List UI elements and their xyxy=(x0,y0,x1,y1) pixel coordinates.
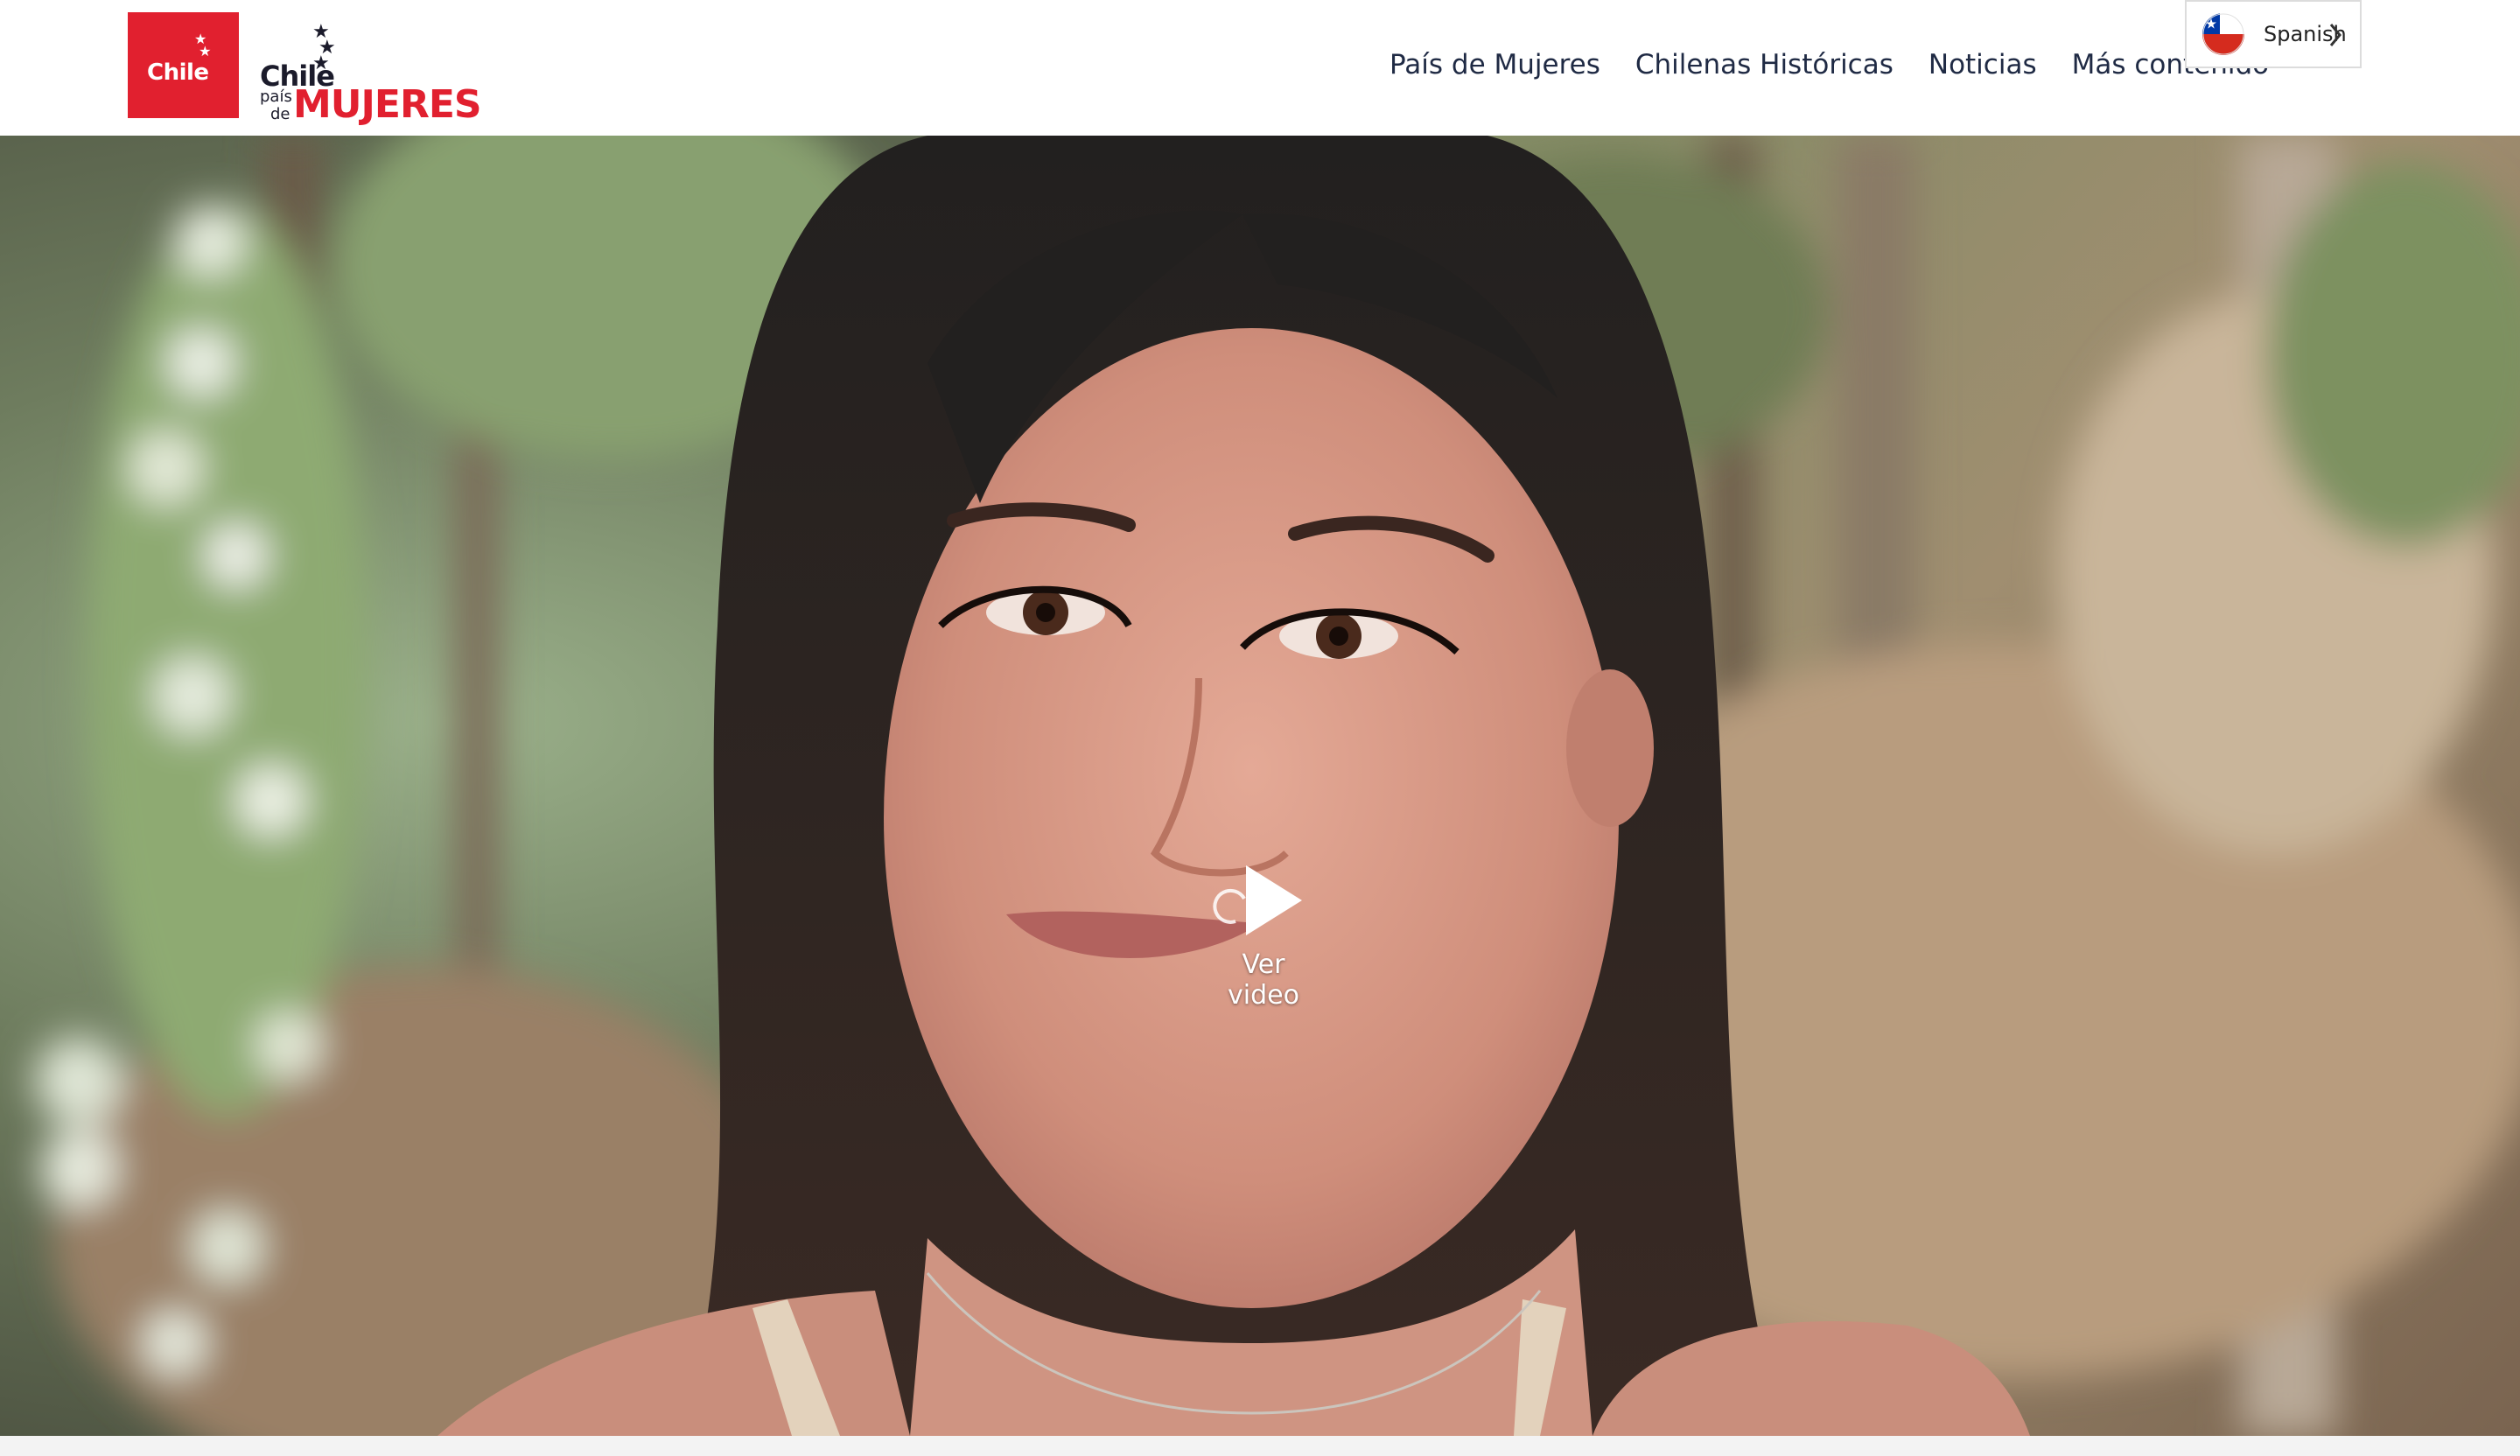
marca-chile-logo[interactable]: ★ ★ Chile xyxy=(128,12,239,118)
nav-chilenas-historicas[interactable]: Chilenas Históricas xyxy=(1635,49,1894,88)
play-video-button[interactable]: Ver video xyxy=(1202,855,1325,1012)
main-nav: País de Mujeres Chilenas Históricas Noti… xyxy=(1390,49,2269,88)
nav-noticias[interactable]: Noticias xyxy=(1928,49,2037,88)
play-icon xyxy=(1213,865,1302,935)
hero-video-frame xyxy=(0,136,2520,1436)
play-video-label: Ver video xyxy=(1228,949,1299,1011)
nav-pais-de-mujeres[interactable]: País de Mujeres xyxy=(1390,49,1600,88)
stars-icon: ★ ★ xyxy=(194,31,212,60)
logo-pais-word: país xyxy=(260,88,292,106)
logo-chile-text: Chile xyxy=(147,60,209,86)
chevron-right-icon xyxy=(2327,19,2344,54)
site-header: ★ ★ Chile ★ ★ ★ Chile país de MUJERES Paí… xyxy=(0,0,2520,136)
logo-de-word: de xyxy=(270,105,290,123)
hero-video[interactable]: Ver video xyxy=(0,136,2520,1436)
language-selector[interactable]: Spanish xyxy=(2185,0,2362,68)
chile-flag-icon xyxy=(2202,13,2244,55)
page-bottom-band xyxy=(0,1436,2520,1456)
logo-mujeres-word: MUJERES xyxy=(293,82,482,127)
chile-pais-de-mujeres-logo[interactable]: ★ ★ ★ Chile país de MUJERES xyxy=(258,23,494,130)
